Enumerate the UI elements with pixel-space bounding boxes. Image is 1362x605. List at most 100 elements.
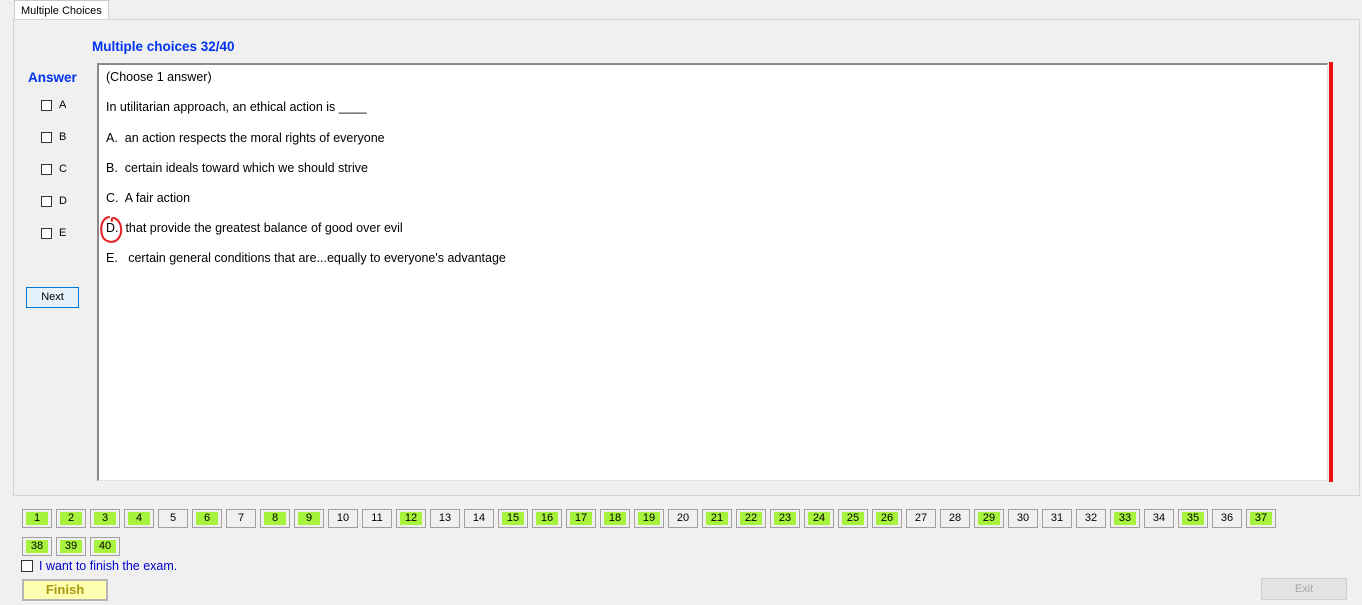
- question-nav-button-32[interactable]: 32: [1076, 509, 1106, 528]
- answer-option-a[interactable]: A: [41, 98, 66, 112]
- question-nav-button-16[interactable]: 16: [532, 509, 562, 528]
- question-nav-button-33[interactable]: 33: [1110, 509, 1140, 528]
- question-nav-label: 4: [128, 512, 150, 525]
- question-nav-label: 29: [978, 512, 1000, 525]
- question-nav-label: 11: [371, 512, 383, 524]
- question-nav-label: 15: [502, 512, 524, 525]
- option-label-a: A: [59, 99, 67, 111]
- question-nav-button-18[interactable]: 18: [600, 509, 630, 528]
- question-nav-label: 10: [336, 512, 350, 524]
- question-nav-button-23[interactable]: 23: [770, 509, 800, 528]
- question-nav-label: 20: [676, 512, 690, 524]
- answer-option-b[interactable]: B: [41, 130, 66, 144]
- question-nav-label: 7: [237, 512, 245, 524]
- question-nav-label: 34: [1152, 512, 1166, 524]
- question-nav-label: 8: [264, 512, 286, 525]
- question-nav-label: 37: [1250, 512, 1272, 525]
- question-nav-button-38[interactable]: 38: [22, 537, 52, 556]
- question-nav-label: 13: [438, 512, 452, 524]
- choice-d-text: D. that provide the greatest balance of …: [106, 221, 403, 235]
- exam-window: Multiple Choices Multiple choices 32/40 …: [0, 0, 1362, 605]
- answer-option-e[interactable]: E: [41, 226, 66, 240]
- option-label-b: B: [59, 131, 67, 143]
- question-nav-label: 1: [26, 512, 48, 525]
- question-nav-label: 30: [1016, 512, 1030, 524]
- option-label-c: C: [59, 163, 67, 175]
- checkbox-b[interactable]: [41, 131, 52, 143]
- question-nav-button-39[interactable]: 39: [56, 537, 86, 556]
- question-nav-button-36[interactable]: 36: [1212, 509, 1242, 528]
- question-instruction: (Choose 1 answer): [106, 70, 212, 84]
- question-nav-label: 26: [876, 512, 898, 525]
- question-nav-button-12[interactable]: 12: [396, 509, 426, 528]
- question-nav-label: 22: [740, 512, 762, 525]
- question-nav-button-7[interactable]: 7: [226, 509, 256, 528]
- question-nav-label: 28: [948, 512, 962, 524]
- question-nav-button-11[interactable]: 11: [362, 509, 392, 528]
- answer-heading: Answer: [28, 70, 77, 85]
- tab-multiple-choices[interactable]: Multiple Choices: [14, 0, 109, 20]
- question-nav-label: 31: [1050, 512, 1064, 524]
- question-nav-label: 36: [1220, 512, 1234, 524]
- question-nav-button-24[interactable]: 24: [804, 509, 834, 528]
- question-nav-button-14[interactable]: 14: [464, 509, 494, 528]
- question-nav-label: 2: [60, 512, 82, 525]
- finish-confirm-checkbox[interactable]: [21, 560, 33, 572]
- question-nav-button-26[interactable]: 26: [872, 509, 902, 528]
- question-nav-button-3[interactable]: 3: [90, 509, 120, 528]
- question-nav-button-28[interactable]: 28: [940, 509, 970, 528]
- question-nav-button-6[interactable]: 6: [192, 509, 222, 528]
- question-nav-button-29[interactable]: 29: [974, 509, 1004, 528]
- finish-confirm-label[interactable]: I want to finish the exam.: [39, 559, 177, 573]
- finish-confirm[interactable]: I want to finish the exam.: [21, 559, 177, 573]
- question-nav-button-13[interactable]: 13: [430, 509, 460, 528]
- question-nav-button-5[interactable]: 5: [158, 509, 188, 528]
- question-nav-button-19[interactable]: 19: [634, 509, 664, 528]
- question-nav-label: 23: [774, 512, 796, 525]
- question-nav-button-35[interactable]: 35: [1178, 509, 1208, 528]
- question-nav-button-30[interactable]: 30: [1008, 509, 1038, 528]
- question-nav-label: 21: [706, 512, 728, 525]
- question-nav-button-2[interactable]: 2: [56, 509, 86, 528]
- question-nav-button-27[interactable]: 27: [906, 509, 936, 528]
- question-nav-button-15[interactable]: 15: [498, 509, 528, 528]
- question-nav-button-4[interactable]: 4: [124, 509, 154, 528]
- question-nav-label: 19: [638, 512, 660, 525]
- option-label-e: E: [59, 227, 67, 239]
- question-nav-button-20[interactable]: 20: [668, 509, 698, 528]
- question-nav-button-25[interactable]: 25: [838, 509, 868, 528]
- choice-c-text: C. A fair action: [106, 191, 191, 205]
- question-nav-button-34[interactable]: 34: [1144, 509, 1174, 528]
- choice-e-text: E. certain general conditions that are..…: [106, 251, 506, 265]
- checkbox-e[interactable]: [41, 227, 52, 239]
- question-nav-button-37[interactable]: 37: [1246, 509, 1276, 528]
- next-button[interactable]: Next: [26, 287, 79, 308]
- finish-button[interactable]: Finish: [22, 579, 108, 601]
- question-nav-button-8[interactable]: 8: [260, 509, 290, 528]
- question-nav-label: 9: [298, 512, 320, 525]
- question-nav-button-22[interactable]: 22: [736, 509, 766, 528]
- question-nav-label: 39: [60, 540, 82, 553]
- question-nav-label: 40: [94, 540, 116, 553]
- question-nav-label: 35: [1182, 512, 1204, 525]
- answer-option-c[interactable]: C: [41, 162, 67, 176]
- checkbox-d[interactable]: [41, 195, 52, 207]
- question-nav-button-1[interactable]: 1: [22, 509, 52, 528]
- question-nav-button-17[interactable]: 17: [566, 509, 596, 528]
- question-nav-button-10[interactable]: 10: [328, 509, 358, 528]
- question-stem: In utilitarian approach, an ethical acti…: [106, 100, 367, 114]
- question-nav-button-9[interactable]: 9: [294, 509, 324, 528]
- question-nav-label: 38: [26, 540, 48, 553]
- question-nav-label: 3: [94, 512, 116, 525]
- checkbox-a[interactable]: [41, 99, 52, 111]
- question-nav-button-40[interactable]: 40: [90, 537, 120, 556]
- checkbox-c[interactable]: [41, 163, 52, 175]
- choice-b-text: B. certain ideals toward which we should…: [106, 161, 368, 175]
- answer-option-d[interactable]: D: [41, 194, 67, 208]
- choice-a-text: A. an action respects the moral rights o…: [106, 131, 385, 145]
- question-nav-button-21[interactable]: 21: [702, 509, 732, 528]
- question-nav-button-31[interactable]: 31: [1042, 509, 1072, 528]
- exit-button[interactable]: Exit: [1261, 578, 1347, 600]
- question-text-box[interactable]: (Choose 1 answer) In utilitarian approac…: [97, 63, 1328, 481]
- question-nav-label: 5: [169, 512, 177, 524]
